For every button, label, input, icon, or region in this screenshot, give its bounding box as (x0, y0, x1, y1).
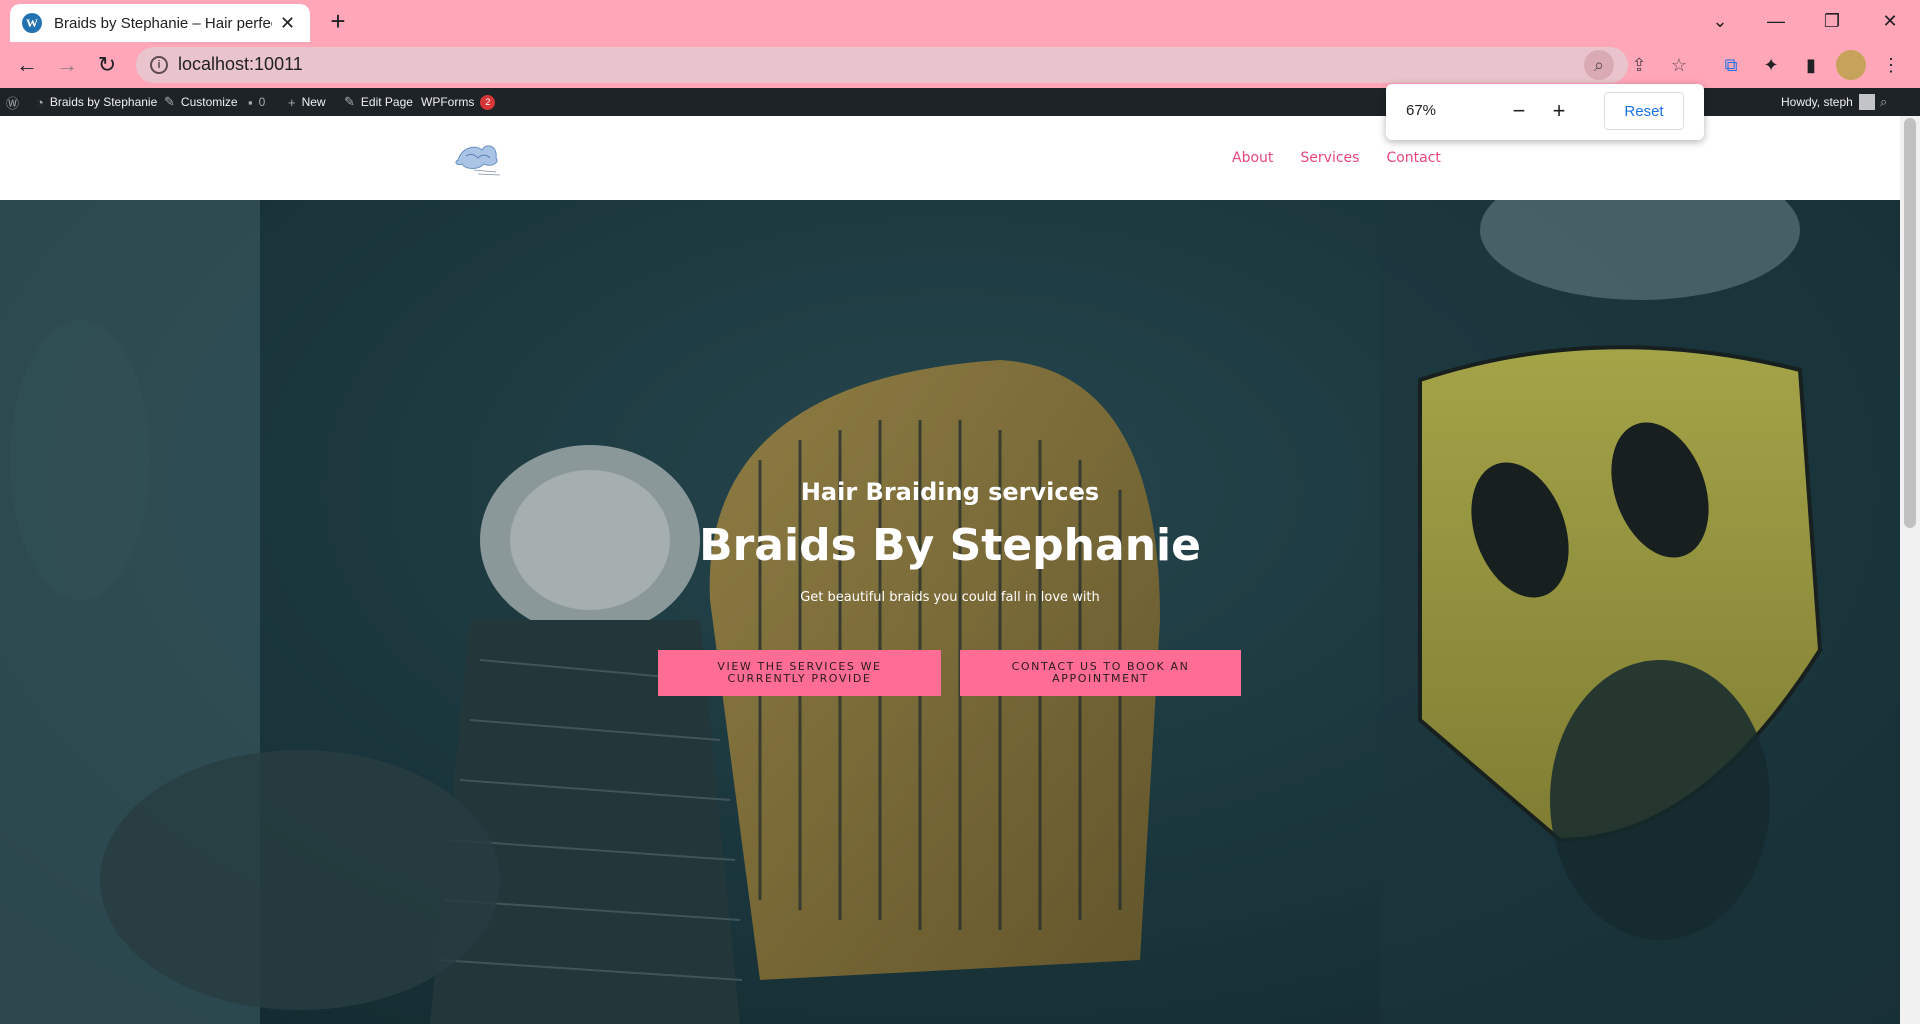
browser-tab[interactable]: W Braids by Stephanie – Hair perfec ✕ (10, 4, 310, 42)
browser-toolbar: ← → ↻ i localhost:10011 ⌕ ⇪ ☆ ⧉ ✦ ▮ ⋮ (0, 42, 1920, 88)
howdy-label: Howdy, steph (1781, 95, 1853, 109)
back-button[interactable]: ← (12, 50, 42, 80)
wp-logo-menu[interactable]: Ⓦ (6, 88, 19, 116)
admin-site-name[interactable]: ◔ Braids by Stephanie (36, 88, 157, 116)
nav-services[interactable]: Services (1300, 150, 1359, 166)
nav-about[interactable]: About (1232, 150, 1273, 166)
avatar (1858, 94, 1875, 110)
hero-title: Braids By Stephanie (699, 520, 1201, 571)
site-logo[interactable] (452, 138, 504, 178)
browser-tab-bar: W Braids by Stephanie – Hair perfec ✕ + … (0, 0, 1920, 42)
zoom-in-button[interactable]: + (1544, 96, 1574, 126)
wordpress-logo-icon: Ⓦ (6, 95, 20, 111)
menu-kebab-icon[interactable]: ⋮ (1876, 50, 1906, 80)
comment-icon: ▪ (248, 94, 253, 110)
admin-edit-page[interactable]: ✎ Edit Page (344, 88, 413, 116)
admin-account[interactable]: Howdy, steph (1781, 88, 1875, 116)
zoom-icon[interactable]: ⌕ (1584, 50, 1614, 80)
admin-search[interactable]: ⌕ (1880, 88, 1887, 116)
share-icon[interactable]: ⇪ (1624, 50, 1654, 80)
address-bar[interactable]: i localhost:10011 ⌕ ⇪ ☆ (136, 47, 1687, 83)
contact-book-button[interactable]: CONTACT US TO BOOK AN APPOINTMENT (960, 650, 1241, 696)
admin-new-label: New (301, 95, 326, 109)
nav-contact[interactable]: Contact (1386, 150, 1440, 166)
new-tab-button[interactable]: + (324, 7, 352, 35)
side-panel-icon[interactable]: ▮ (1796, 50, 1826, 80)
admin-wpforms-label: WPForms (421, 95, 475, 109)
tab-title: Braids by Stephanie – Hair perfec (54, 14, 272, 32)
admin-new[interactable]: + New (288, 88, 326, 116)
dashboard-icon: ◔ (36, 94, 44, 110)
profile-avatar-icon[interactable] (1836, 50, 1866, 80)
zoom-popup: 67% − + Reset (1386, 84, 1704, 140)
extensions-puzzle-icon[interactable]: ✦ (1756, 50, 1786, 80)
window-close-button[interactable]: ✕ (1870, 6, 1910, 36)
hero-subtitle: Hair Braiding services (800, 478, 1100, 506)
bookmark-star-icon[interactable]: ☆ (1664, 50, 1694, 80)
forward-button[interactable]: → (52, 50, 82, 80)
admin-wpforms[interactable]: WPForms 2 (421, 88, 496, 116)
hero-section: Hair Braiding services Braids By Stephan… (0, 200, 1900, 1024)
site-navigation: About Services Contact (1232, 150, 1441, 166)
close-icon[interactable]: ✕ (280, 14, 295, 32)
zoom-reset-button[interactable]: Reset (1604, 92, 1684, 130)
admin-customize[interactable]: ✎ Customize (164, 88, 238, 116)
site-info-icon[interactable]: i (150, 56, 168, 74)
admin-site-name-label: Braids by Stephanie (49, 95, 158, 109)
extension-icon[interactable]: ⧉ (1716, 50, 1746, 80)
plus-icon: + (288, 94, 296, 110)
url-text: localhost:10011 (178, 54, 303, 74)
admin-edit-page-label: Edit Page (360, 95, 413, 109)
search-icon: ⌕ (1880, 94, 1888, 109)
reload-button[interactable]: ↻ (92, 50, 122, 80)
zoom-level: 67% (1406, 102, 1437, 119)
restore-button[interactable]: ❐ (1812, 6, 1852, 36)
view-services-button[interactable]: VIEW THE SERVICES WE CURRENTLY PROVIDE (658, 650, 941, 696)
admin-comments-count: 0 (258, 95, 266, 109)
admin-customize-label: Customize (180, 95, 238, 109)
brush-icon: ✎ (164, 94, 175, 109)
hero-background-image (0, 200, 1900, 1024)
scrollbar-thumb[interactable] (1904, 118, 1916, 528)
wordpress-icon: W (22, 13, 42, 33)
admin-comments[interactable]: ▪ 0 (248, 88, 265, 116)
minimize-button[interactable]: — (1756, 6, 1796, 36)
tab-search-icon[interactable]: ⌄ (1700, 6, 1740, 36)
zoom-out-button[interactable]: − (1504, 96, 1534, 126)
page-scrollbar[interactable] (1900, 116, 1920, 1024)
pencil-icon: ✎ (344, 94, 355, 109)
hero-tagline: Get beautiful braids you could fall in l… (800, 590, 1100, 605)
wpforms-badge: 2 (480, 94, 496, 110)
